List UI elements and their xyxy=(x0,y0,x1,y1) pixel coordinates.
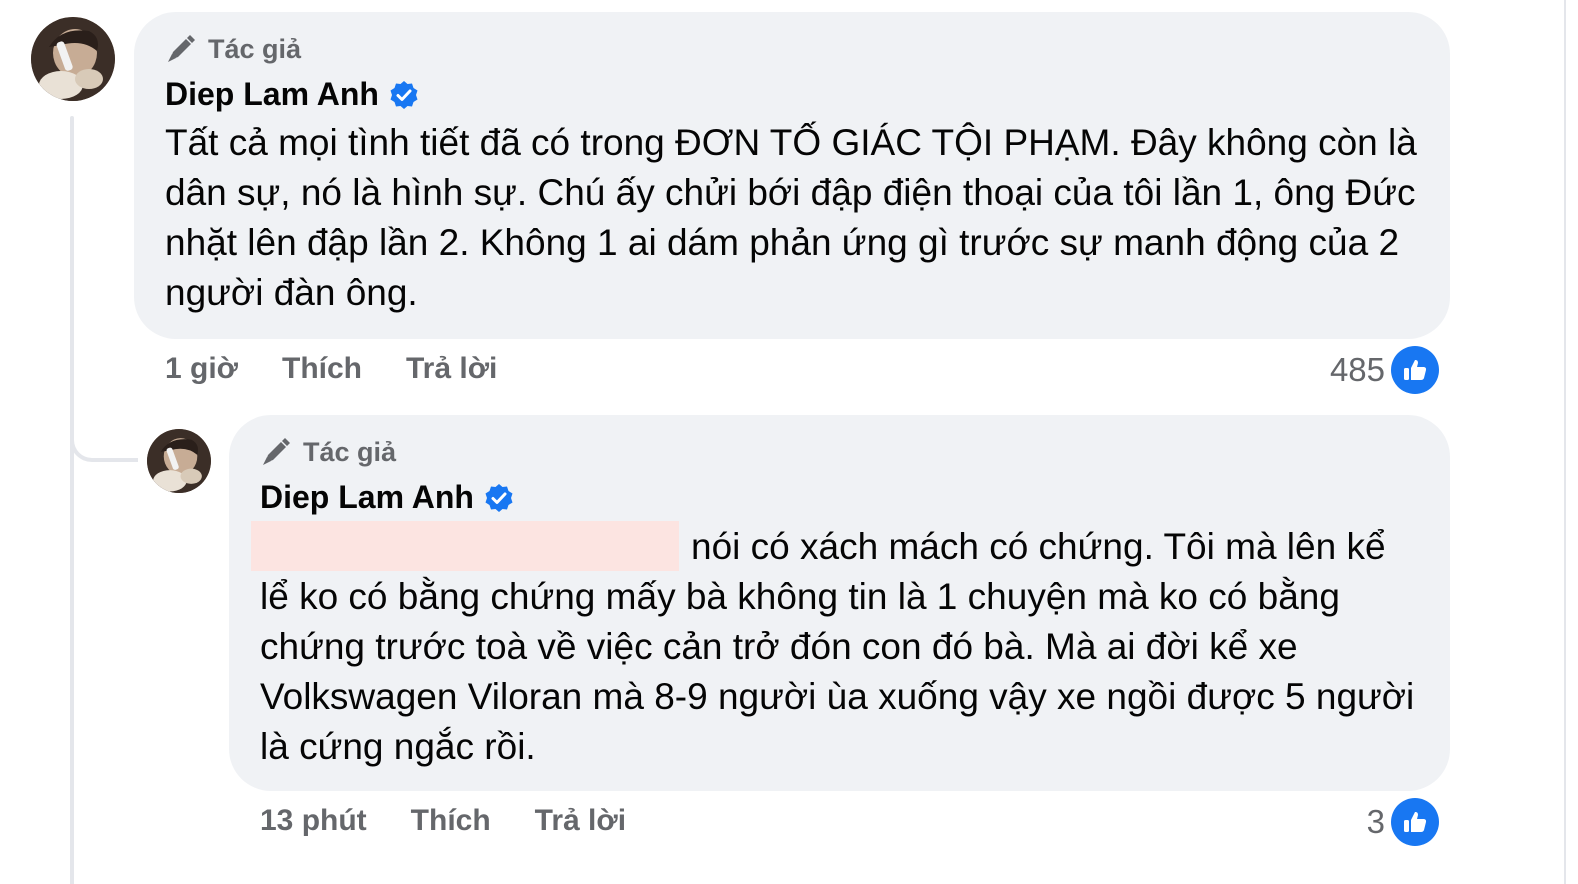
like-reaction-icon xyxy=(1391,798,1439,846)
reaction-summary[interactable]: 485 xyxy=(1330,346,1439,394)
author-name[interactable]: Diep Lam Anh xyxy=(165,76,379,113)
thumbs-up-icon xyxy=(1404,811,1427,832)
like-button[interactable]: Thích xyxy=(411,804,491,838)
verified-badge-icon xyxy=(485,483,513,512)
author-tag-label: Tác giả xyxy=(303,436,397,467)
comment-timestamp[interactable]: 13 phút xyxy=(260,804,367,838)
thread-line xyxy=(70,116,74,884)
comment-actions: 13 phút Thích Trả lời xyxy=(260,804,670,838)
reaction-summary[interactable]: 3 xyxy=(1367,798,1439,846)
comment-text: Tất cả mọi tình tiết đã có trong ĐƠN TỐ … xyxy=(165,122,1417,313)
avatar-photo xyxy=(147,429,211,493)
author-tag: Tác giả xyxy=(164,32,301,66)
verified-badge-icon xyxy=(390,80,418,109)
scrollbar-track[interactable] xyxy=(1564,0,1566,884)
redacted-mention xyxy=(251,521,679,571)
like-button[interactable]: Thích xyxy=(282,352,362,386)
comment-thread: Tác giả Diep Lam Anh Tất cả mọi tình tiế… xyxy=(0,0,1578,884)
reaction-count: 3 xyxy=(1366,803,1385,840)
comment-text: nói có xách mách có chứng. Tôi mà lên kể… xyxy=(251,521,1420,772)
author-avatar[interactable] xyxy=(31,17,115,101)
like-reaction-icon xyxy=(1391,346,1439,394)
pen-icon xyxy=(263,438,290,465)
reply-bubble: Tác giả Diep Lam Anh nói có xách mách có… xyxy=(229,415,1450,791)
reply-button[interactable]: Trả lời xyxy=(406,352,497,386)
thumbs-up-icon xyxy=(1404,359,1427,380)
avatar-photo xyxy=(31,17,115,101)
author-name[interactable]: Diep Lam Anh xyxy=(260,479,474,516)
reply-connector xyxy=(70,400,138,462)
reply-button[interactable]: Trả lời xyxy=(535,804,626,838)
comment-actions: 1 giờ Thích Trả lời xyxy=(165,352,541,386)
reply-author-avatar[interactable] xyxy=(147,429,211,493)
author-tag: Tác giả xyxy=(259,435,396,469)
comment-bubble: Tác giả Diep Lam Anh Tất cả mọi tình tiế… xyxy=(134,12,1450,339)
author-name-row: Diep Lam Anh xyxy=(165,76,419,113)
comment-timestamp[interactable]: 1 giờ xyxy=(165,352,238,386)
author-tag-label: Tác giả xyxy=(208,33,302,64)
author-name-row: Diep Lam Anh xyxy=(260,479,514,516)
pen-icon xyxy=(168,35,195,62)
reaction-count: 485 xyxy=(1329,351,1385,388)
